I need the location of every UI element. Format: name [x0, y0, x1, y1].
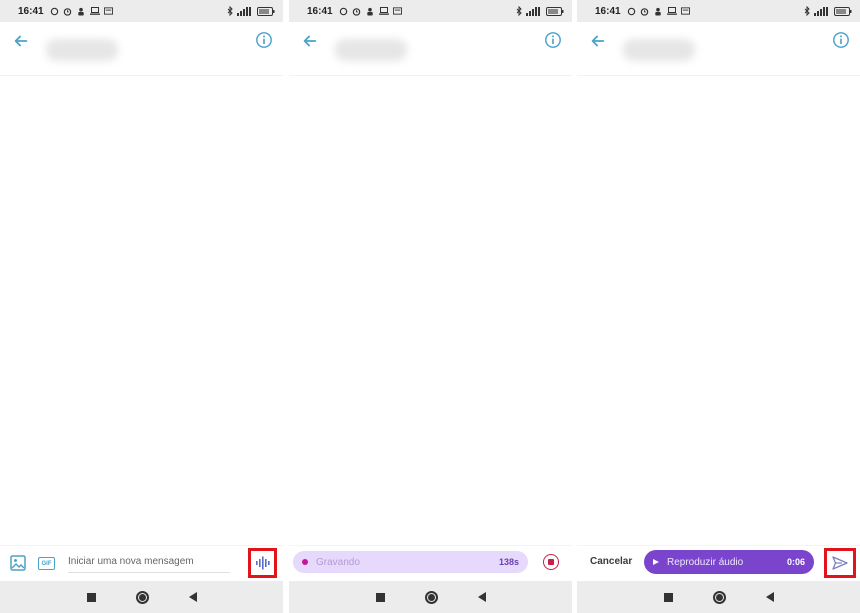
recents-icon[interactable] — [86, 592, 96, 602]
recording-composer: Gravando 138s — [289, 545, 572, 581]
status-notification-icons — [339, 7, 402, 16]
alarm-icon — [352, 7, 360, 16]
conversation-header — [0, 22, 283, 76]
recording-indicator: Gravando 138s — [293, 551, 528, 573]
status-notification-icons — [627, 7, 690, 16]
play-audio-label: Reproduzir áudio — [667, 556, 744, 568]
sync-icon — [50, 7, 58, 15]
signal-icon — [237, 6, 251, 16]
status-time: 16:41 — [18, 5, 44, 17]
gif-button[interactable]: GIF — [38, 557, 55, 570]
message-icon — [680, 7, 690, 15]
home-icon[interactable] — [135, 590, 149, 604]
screenshot-collage: 16:41 GIF Iniciar uma nova mensagem 16:4… — [0, 0, 860, 613]
system-nav-bar — [289, 581, 572, 613]
message-input[interactable] — [68, 551, 230, 573]
nav-back-icon[interactable] — [765, 592, 774, 602]
recents-icon[interactable] — [375, 592, 385, 602]
bluetooth-icon — [804, 6, 810, 16]
audio-duration: 0:06 — [786, 557, 805, 567]
group-icon — [77, 7, 84, 16]
recording-label: Gravando — [316, 556, 360, 568]
screen-compose: 16:41 GIF — [0, 0, 283, 613]
nav-back-icon[interactable] — [477, 592, 486, 602]
stop-icon — [548, 559, 554, 565]
info-icon[interactable] — [255, 31, 273, 49]
battery-icon — [257, 6, 275, 16]
status-system-icons — [804, 6, 852, 16]
arrow-left-icon[interactable] — [12, 32, 30, 50]
info-icon[interactable] — [544, 31, 562, 49]
alarm-icon — [63, 7, 71, 16]
battery-icon — [834, 6, 852, 16]
laptop-icon — [378, 7, 389, 15]
screen-recording: 16:41 Gravando 138s — [289, 0, 572, 613]
status-time: 16:41 — [595, 5, 621, 17]
system-nav-bar — [0, 581, 283, 613]
conversation-header — [289, 22, 572, 76]
bluetooth-icon — [516, 6, 522, 16]
stop-recording-button[interactable] — [543, 554, 559, 570]
alarm-icon — [640, 7, 648, 16]
status-system-icons — [227, 6, 275, 16]
arrow-left-icon[interactable] — [301, 32, 319, 50]
message-icon — [392, 7, 402, 15]
play-icon — [653, 559, 659, 565]
nav-back-icon[interactable] — [188, 592, 197, 602]
contact-name-blurred — [335, 39, 407, 61]
status-system-icons — [516, 6, 564, 16]
arrow-left-icon[interactable] — [589, 32, 607, 50]
bluetooth-icon — [227, 6, 233, 16]
status-bar: 16:41 — [577, 0, 860, 22]
system-nav-bar — [577, 581, 860, 613]
voice-record-button[interactable] — [248, 548, 277, 578]
status-notification-icons — [50, 7, 113, 16]
laptop-icon — [89, 7, 100, 15]
image-icon[interactable] — [10, 555, 26, 571]
contact-name-blurred — [46, 39, 118, 61]
group-icon — [654, 7, 661, 16]
screen-playback: 16:41 Cancelar Reproduzir áudio 0:06 — [577, 0, 860, 613]
signal-icon — [814, 6, 828, 16]
contact-name-blurred — [623, 39, 695, 61]
sync-icon — [627, 7, 635, 15]
voice-wave-icon — [255, 556, 270, 570]
play-audio-button[interactable]: Reproduzir áudio 0:06 — [644, 550, 814, 574]
status-time: 16:41 — [307, 5, 333, 17]
recents-icon[interactable] — [663, 592, 673, 602]
battery-icon — [546, 6, 564, 16]
cancel-button[interactable]: Cancelar — [590, 556, 632, 567]
home-icon[interactable] — [712, 590, 726, 604]
message-icon — [103, 7, 113, 15]
send-button[interactable] — [824, 548, 856, 578]
message-composer: GIF — [0, 545, 283, 581]
home-icon[interactable] — [424, 590, 438, 604]
status-bar: 16:41 — [289, 0, 572, 22]
status-bar: 16:41 — [0, 0, 283, 22]
send-icon — [832, 556, 848, 570]
conversation-header — [577, 22, 860, 76]
laptop-icon — [666, 7, 677, 15]
signal-icon — [526, 6, 540, 16]
info-icon[interactable] — [832, 31, 850, 49]
recording-counter: 138s — [498, 557, 519, 567]
playback-composer: Cancelar Reproduzir áudio 0:06 — [577, 545, 860, 581]
sync-icon — [339, 7, 347, 15]
recording-dot-icon — [302, 559, 308, 565]
group-icon — [366, 7, 373, 16]
